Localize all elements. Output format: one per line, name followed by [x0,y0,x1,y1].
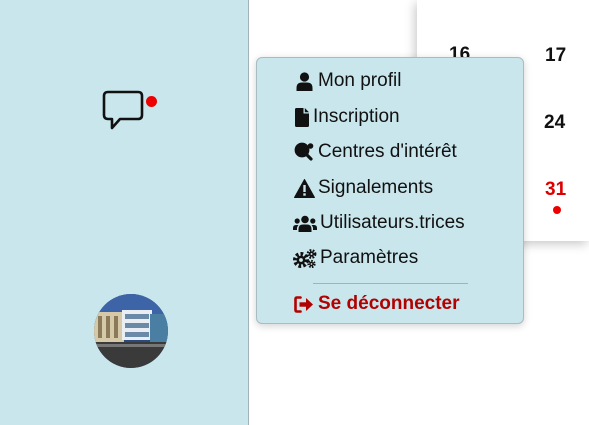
menu-item-users[interactable]: Utilisateurs.trices [293,210,465,236]
menu-item-profile[interactable]: Mon profil [293,68,401,94]
menu-divider [313,283,468,284]
users-icon [293,212,317,234]
menu-item-settings[interactable]: Paramètres [293,245,418,271]
menu-item-reports[interactable]: Signalements [293,175,433,201]
calendar-event-dot [553,206,561,214]
notification-dot [146,96,157,107]
user-dropdown-menu: Mon profil Inscription Centres d'intérêt [256,57,524,324]
logout-button[interactable]: Se déconnecter [293,291,460,317]
gears-icon [293,247,317,269]
sidebar [0,0,249,425]
menu-item-label: Utilisateurs.trices [320,212,465,233]
file-icon [293,106,310,128]
menu-item-label: Inscription [313,106,400,127]
user-icon [293,70,315,92]
menu-item-interests[interactable]: Centres d'intérêt [293,139,457,165]
menu-item-label: Centres d'intérêt [318,141,457,162]
calendar-day-weekend[interactable]: 31 [545,179,566,201]
logout-label: Se déconnecter [318,293,460,314]
menu-item-registration[interactable]: Inscription [293,104,400,130]
calendar-day[interactable]: 17 [545,45,566,67]
menu-item-label: Signalements [318,177,434,198]
calendar-day[interactable]: 24 [544,112,565,134]
warning-icon [293,177,315,199]
table-tennis-icon [293,141,315,163]
sign-out-icon [293,293,315,315]
chat-bubble-icon [102,90,144,130]
avatar[interactable] [94,294,168,368]
menu-item-label: Mon profil [318,70,402,91]
messages-button[interactable] [100,88,160,134]
profile-photo [94,294,168,368]
menu-item-label: Paramètres [320,247,419,268]
